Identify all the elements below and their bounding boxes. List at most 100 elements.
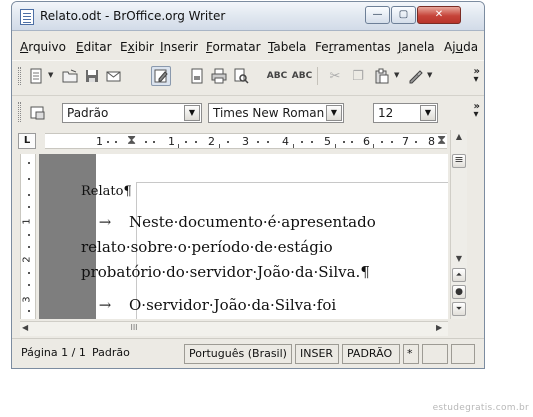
print-icon[interactable] (209, 66, 229, 86)
scroll-up-icon[interactable]: ▲ (452, 132, 466, 141)
paste-icon[interactable] (372, 66, 392, 86)
tab-stop-type-button[interactable]: L (18, 133, 36, 149)
pilcrow-mark: ¶ (123, 184, 132, 199)
right-indent-marker-icon[interactable]: ⧗ (437, 134, 446, 148)
ruler-dot (28, 194, 30, 196)
title-bar[interactable]: Relato.odt - BrOffice.org Writer — ▢ ✕ (12, 2, 484, 31)
status-selection-mode[interactable]: PADRÃO (342, 344, 400, 364)
vertical-scrollbar[interactable]: ▲ ≡ ▼ ⏶ ● ⏷ (450, 130, 467, 319)
ruler-number: 6 (363, 135, 370, 148)
menu-ferramentas[interactable]: Ferramentas (315, 40, 391, 54)
status-page-style[interactable]: Padrão (88, 344, 183, 364)
ruler-tick (335, 144, 336, 148)
edit-mode-icon[interactable] (151, 66, 171, 86)
minimize-button[interactable]: — (365, 6, 390, 24)
line-text: relato·sobre·o·período·de·estágio (81, 238, 333, 256)
line-text: O·servidor·João·da·Silva·foi (129, 296, 337, 314)
menu-mnemonic: u (455, 40, 464, 54)
menu-ajuda[interactable]: Ajuda (444, 40, 478, 54)
menu-exibir[interactable]: Exibir (120, 40, 154, 54)
ruler-toggle-icon[interactable]: ≡ (452, 154, 466, 168)
paragraph-body[interactable]: → Neste·documento·é·apresentado relato·so… (81, 210, 401, 285)
ruler-dot (301, 141, 303, 143)
email-icon[interactable] (104, 66, 124, 86)
scroll-right-icon[interactable]: ▶ (436, 323, 442, 332)
menu-label-rest: anela (401, 40, 435, 54)
page-preview-icon[interactable] (231, 66, 251, 86)
paragraph-style-select[interactable]: Padrão ▼ (62, 103, 202, 123)
chevron-down-icon[interactable]: ▼ (326, 105, 342, 121)
toolbar-grip[interactable] (18, 67, 21, 85)
document-canvas[interactable]: Relato¶ → Neste·documento·é·apresentado r… (39, 154, 448, 319)
ruler-dot (227, 141, 229, 143)
watermark: estudegratis.com.br (432, 403, 529, 413)
horizontal-scrollbar[interactable]: ◀ III ▶ (20, 321, 448, 336)
menu-formatar[interactable]: Formatar (206, 40, 261, 54)
window-title: Relato.odt - BrOffice.org Writer (40, 9, 226, 23)
paragraph-body[interactable]: → O·servidor·João·da·Silva·foi (81, 293, 401, 318)
status-bar: Página 1 / 1 Padrão Português (Brasil) I… (12, 338, 484, 368)
ruler-number: 1 (21, 218, 33, 225)
status-language[interactable]: Português (Brasil) (184, 344, 292, 364)
new-document-icon[interactable] (26, 66, 46, 86)
status-insert-mode[interactable]: INSER (295, 344, 339, 364)
document-text[interactable]: Relato¶ → Neste·documento·é·apresentado r… (81, 184, 401, 318)
ruler-dot (185, 141, 187, 143)
maximize-button[interactable]: ▢ (391, 6, 416, 24)
ruler-dot (28, 246, 30, 248)
indent-marker-icon[interactable]: ⧗ (127, 134, 136, 148)
menu-label-rest: da (463, 40, 479, 54)
ruler-number: 4 (282, 135, 289, 148)
font-size-select[interactable]: 12 ▼ (373, 103, 438, 123)
menu-bar: Arquivo Editar Exibir Inserir Formatar T… (12, 37, 484, 57)
next-page-icon[interactable]: ⏷ (452, 302, 466, 316)
menu-tabela[interactable]: Tabela (268, 40, 306, 54)
chevron-down-icon[interactable]: ▼ (427, 71, 432, 79)
ruler-number: 5 (324, 135, 331, 148)
ruler-dot (267, 141, 269, 143)
save-icon[interactable] (82, 66, 102, 86)
menu-label-rest: nserir (163, 40, 198, 54)
scroll-left-icon[interactable]: ◀ (22, 323, 28, 332)
scrollbar-thumb-grip[interactable]: III (104, 324, 164, 334)
overflow-label: » (473, 66, 480, 77)
styles-formatting-icon[interactable] (28, 103, 48, 123)
scroll-down-icon[interactable]: ▼ (452, 254, 466, 263)
menu-arquivo[interactable]: Arquivo (20, 40, 66, 54)
toolbar-overflow-icon[interactable]: » ▾ (473, 66, 480, 85)
ruler-dot (107, 141, 109, 143)
font-name-select[interactable]: Times New Roman ▼ (208, 103, 344, 123)
menu-mnemonic: x (127, 40, 135, 54)
menu-janela[interactable]: Janela (398, 40, 435, 54)
menu-label-pre: E (120, 40, 128, 54)
chevron-down-icon[interactable]: ▼ (420, 105, 436, 121)
open-icon[interactable] (60, 66, 80, 86)
toolbar-overflow-icon[interactable]: » ▾ (474, 102, 480, 120)
chevron-down-icon[interactable]: ▼ (48, 71, 53, 79)
previous-page-icon[interactable]: ⏶ (452, 268, 466, 282)
ruler-dot (391, 141, 393, 143)
cut-icon[interactable]: ✂ (325, 66, 345, 86)
chevron-down-icon[interactable]: ▼ (394, 71, 399, 79)
clone-format-icon[interactable] (405, 66, 425, 86)
menu-label-rest: rquivo (28, 40, 66, 54)
export-pdf-icon[interactable] (187, 66, 207, 86)
copy-icon[interactable]: ❐ (348, 66, 368, 86)
status-page[interactable]: Página 1 / 1 (18, 344, 90, 364)
ruler-tick (293, 144, 294, 148)
menu-editar[interactable]: Editar (76, 40, 112, 54)
horizontal-ruler[interactable]: 1 ⧗ 1 2 3 4 5 6 7 8 ⧗ (45, 133, 447, 149)
navigator-icon[interactable]: ● (452, 285, 466, 299)
writer-document-icon (20, 9, 34, 25)
vertical-ruler[interactable]: 1 2 3 (20, 154, 36, 319)
status-digital-signature[interactable] (422, 344, 448, 364)
toolbar-grip[interactable] (18, 102, 21, 122)
spellcheck-icon[interactable]: ABC (267, 66, 287, 86)
ruler-dot (311, 141, 313, 143)
ruler-dot (115, 141, 117, 143)
autospellcheck-icon[interactable]: ABC (292, 66, 312, 86)
menu-inserir[interactable]: Inserir (160, 40, 198, 54)
paragraph-title[interactable]: Relato¶ (81, 184, 401, 210)
close-button[interactable]: ✕ (417, 6, 461, 24)
chevron-down-icon[interactable]: ▼ (184, 105, 200, 121)
